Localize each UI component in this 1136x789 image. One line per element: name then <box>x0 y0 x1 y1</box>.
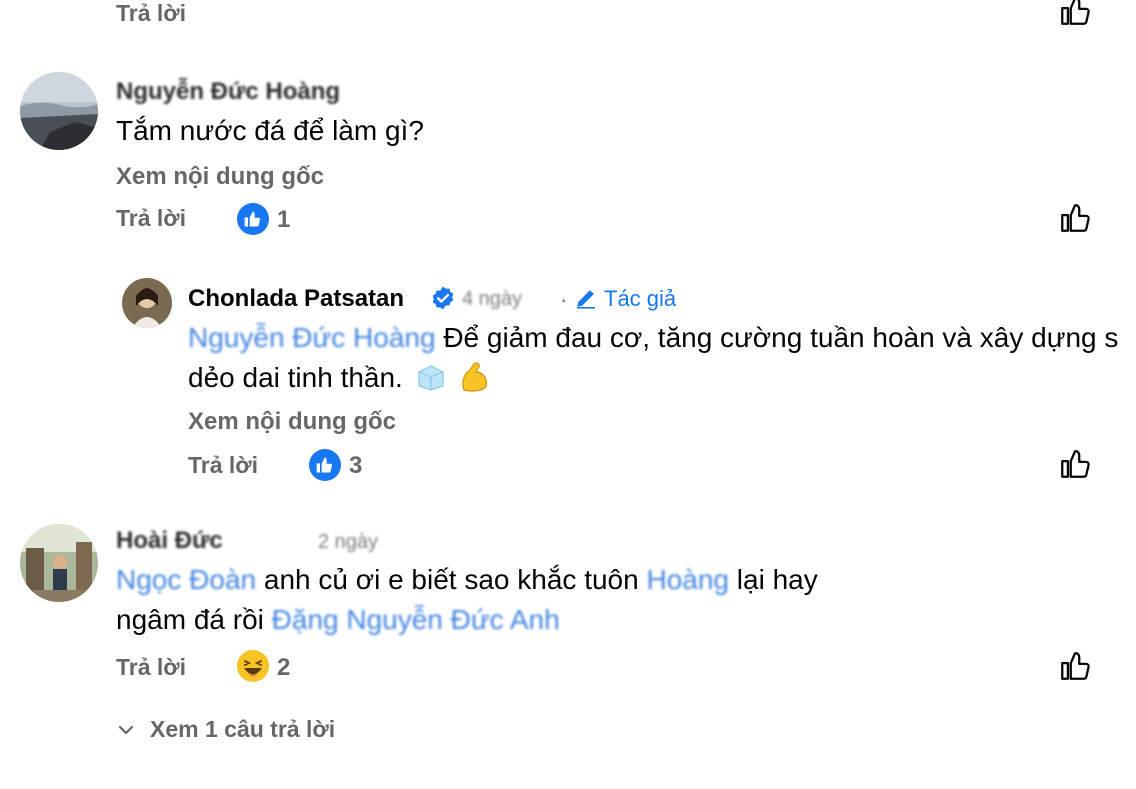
mention-link[interactable]: Hoàng <box>646 564 729 595</box>
view-replies-button[interactable]: Xem 1 câu trả lời <box>116 716 335 743</box>
reply-button[interactable]: Trả lời <box>116 205 186 232</box>
pencil-icon <box>577 290 595 309</box>
comment-time[interactable]: 2 ngày <box>318 531 378 554</box>
comment-text-line1: Để giảm đau cơ, tăng cường tuần hoàn và … <box>443 322 1119 353</box>
comment-text-part: lại hay <box>736 564 818 595</box>
see-original-link[interactable]: Xem nội dung gốc <box>188 408 396 436</box>
view-replies-label: Xem 1 câu trả lời <box>150 716 336 742</box>
mention-link[interactable]: Nguyễn Đức Hoàng <box>188 322 436 353</box>
verified-badge-icon <box>432 286 454 310</box>
reply-button[interactable]: Trả lời <box>116 654 186 681</box>
comment-author[interactable]: Nguyễn Đức Hoàng <box>116 78 340 106</box>
mention-link[interactable]: Ngọc Đoàn <box>116 564 256 595</box>
comment-text-part: ngâm đá rồi <box>116 604 264 635</box>
comment-text: Nguyễn Đức Hoàng Để giảm đau cơ, tăng cư… <box>188 318 1118 358</box>
flexed-biceps-emoji-icon <box>462 362 488 392</box>
comment-text-part: anh củ ơi e biết sao khắc tuôn <box>263 564 639 595</box>
comment-text-line2: dẻo dai tinh thần. <box>188 362 403 393</box>
reaction-count: 1 <box>277 206 291 233</box>
like-icon[interactable] <box>1058 649 1092 683</box>
reaction-count: 2 <box>277 654 291 681</box>
comment-author[interactable]: Hoài Đức <box>116 527 223 555</box>
reaction-count: 3 <box>349 452 363 479</box>
like-reaction-icon[interactable] <box>237 203 269 235</box>
like-icon[interactable] <box>1058 0 1092 28</box>
avatar[interactable] <box>20 524 98 602</box>
comment-text: Ngọc Đoàn anh củ ơi e biết sao khắc tuôn… <box>116 560 818 600</box>
haha-reaction-icon[interactable] <box>236 649 270 683</box>
reply-button[interactable]: Trả lời <box>116 0 186 27</box>
comment-text: Tắm nước đá để làm gì? <box>116 115 424 146</box>
see-original-link[interactable]: Xem nội dung gốc <box>116 163 324 191</box>
comment-time[interactable]: 4 ngày <box>462 288 522 311</box>
ice-cube-emoji-icon <box>418 365 444 391</box>
avatar[interactable] <box>20 72 98 150</box>
comment-text-line2-row: dẻo dai tinh thần. <box>188 358 492 398</box>
separator-dot: · <box>560 287 568 312</box>
mention-link[interactable]: Đặng Nguyễn Đức Anh <box>272 604 560 635</box>
comment-author[interactable]: Chonlada Patsatan <box>188 285 404 313</box>
avatar[interactable] <box>122 278 172 328</box>
reply-button[interactable]: Trả lời <box>188 452 258 479</box>
chevron-down-icon <box>118 725 134 734</box>
author-badge: Tác giả <box>604 286 677 311</box>
comment-text-line2-row: ngâm đá rồi Đặng Nguyễn Đức Anh <box>116 600 560 640</box>
like-icon[interactable] <box>1058 201 1092 235</box>
like-icon[interactable] <box>1058 447 1092 481</box>
like-reaction-icon[interactable] <box>309 449 341 481</box>
